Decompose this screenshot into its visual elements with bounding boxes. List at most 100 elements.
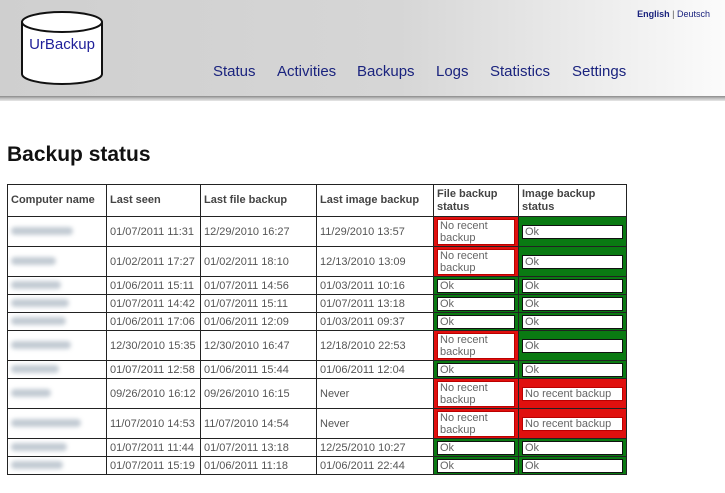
file-backup-status-cell: No recent backup	[433, 330, 519, 361]
image-backup-status-cell: Ok	[518, 312, 627, 331]
redacted-computer-name	[11, 280, 61, 289]
language-switcher: English | Deutsch	[637, 9, 710, 19]
nav-activities[interactable]: Activities	[277, 63, 336, 80]
computer-name-cell	[7, 216, 107, 247]
image-backup-status-cell: Ok	[518, 294, 627, 313]
redacted-computer-name	[11, 316, 66, 325]
computer-name-cell	[7, 438, 107, 457]
computer-name-cell	[7, 312, 107, 331]
last-seen-cell: 01/07/2011 12:58	[106, 360, 201, 379]
language-deutsch-link[interactable]: Deutsch	[677, 9, 710, 19]
image-backup-status-cell: Ok	[518, 360, 627, 379]
computer-name-cell	[7, 330, 107, 361]
status-text: Ok	[522, 440, 623, 455]
table-row: 01/06/2011 17:06 01/06/2011 12:09 01/03/20…	[7, 312, 627, 331]
last-image-backup-cell: 01/03/2011 09:37	[316, 312, 434, 331]
last-file-backup-cell: 01/07/2011 15:11	[200, 294, 317, 313]
last-seen-cell: 01/02/2011 17:27	[106, 246, 201, 277]
nav-backups[interactable]: Backups	[357, 63, 415, 80]
status-text: Ok	[437, 362, 515, 377]
logo-text: UrBackup	[29, 36, 95, 53]
last-file-backup-cell: 01/06/2011 12:09	[200, 312, 317, 331]
redacted-computer-name	[11, 226, 73, 235]
file-backup-status-cell: Ok	[433, 456, 519, 475]
image-backup-status-cell: Ok	[518, 216, 627, 247]
status-text: No recent backup	[437, 218, 515, 245]
computer-name-cell	[7, 276, 107, 295]
status-text: Ok	[522, 254, 623, 269]
redacted-computer-name	[11, 418, 81, 427]
page-title: Backup status	[7, 143, 151, 166]
computer-name-cell	[7, 360, 107, 379]
last-image-backup-cell: 12/18/2010 22:53	[316, 330, 434, 361]
last-image-backup-cell: 01/03/2011 10:16	[316, 276, 434, 295]
last-image-backup-cell: 01/06/2011 22:44	[316, 456, 434, 475]
last-file-backup-cell: 01/07/2011 13:18	[200, 438, 317, 457]
file-backup-status-cell: No recent backup	[433, 246, 519, 277]
status-text: No recent backup	[437, 248, 515, 275]
file-backup-status-cell: Ok	[433, 360, 519, 379]
language-separator: |	[672, 9, 675, 19]
status-text: Ok	[437, 296, 515, 311]
status-text: Ok	[522, 296, 623, 311]
header-image-backup-status: Image backup status	[518, 184, 627, 217]
image-backup-status-cell: Ok	[518, 246, 627, 277]
redacted-computer-name	[11, 442, 67, 451]
header-computer-name: Computer name	[7, 184, 107, 217]
file-backup-status-cell: Ok	[433, 276, 519, 295]
nav-settings[interactable]: Settings	[572, 63, 626, 80]
last-image-backup-cell: 11/29/2010 13:57	[316, 216, 434, 247]
table-row: 01/07/2011 12:58 01/06/2011 15:44 01/06/20…	[7, 360, 627, 379]
last-image-backup-cell: 12/13/2010 13:09	[316, 246, 434, 277]
status-text: Ok	[522, 362, 623, 377]
status-text: Ok	[437, 440, 515, 455]
redacted-computer-name	[11, 256, 56, 265]
status-text: No recent backup	[437, 410, 515, 437]
computer-name-cell	[7, 408, 107, 439]
table-row: 09/26/2010 16:12 09/26/2010 16:15 Never No …	[7, 378, 627, 409]
nav-logs[interactable]: Logs	[436, 63, 469, 80]
last-file-backup-cell: 12/30/2010 16:47	[200, 330, 317, 361]
image-backup-status-cell: No recent backup	[518, 378, 627, 409]
computer-name-cell	[7, 378, 107, 409]
last-seen-cell: 12/30/2010 15:35	[106, 330, 201, 361]
last-image-backup-cell: Never	[316, 378, 434, 409]
last-file-backup-cell: 01/07/2011 14:56	[200, 276, 317, 295]
last-seen-cell: 09/26/2010 16:12	[106, 378, 201, 409]
redacted-computer-name	[11, 460, 63, 469]
last-file-backup-cell: 01/06/2011 15:44	[200, 360, 317, 379]
backup-status-table: Computer name Last seen Last file backup…	[7, 184, 627, 475]
header-last-seen: Last seen	[106, 184, 201, 217]
redacted-computer-name	[11, 364, 59, 373]
nav-statistics[interactable]: Statistics	[490, 63, 550, 80]
header: UrBackup English | Deutsch Status Activi…	[0, 0, 725, 99]
table-row: 01/06/2011 15:11 01/07/2011 14:56 01/03/20…	[7, 276, 627, 295]
last-seen-cell: 11/07/2010 14:53	[106, 408, 201, 439]
file-backup-status-cell: Ok	[433, 312, 519, 331]
table-row: 01/07/2011 15:19 01/06/2011 11:18 01/06/20…	[7, 456, 627, 475]
file-backup-status-cell: No recent backup	[433, 216, 519, 247]
image-backup-status-cell: Ok	[518, 438, 627, 457]
language-english-link[interactable]: English	[637, 9, 670, 19]
last-seen-cell: 01/07/2011 14:42	[106, 294, 201, 313]
last-file-backup-cell: 01/02/2011 18:10	[200, 246, 317, 277]
nav-status[interactable]: Status	[213, 63, 256, 80]
status-text: Ok	[522, 278, 623, 293]
table-header-row: Computer name Last seen Last file backup…	[7, 184, 627, 217]
redacted-computer-name	[11, 388, 51, 397]
last-image-backup-cell: 12/25/2010 10:27	[316, 438, 434, 457]
last-seen-cell: 01/07/2011 15:19	[106, 456, 201, 475]
file-backup-status-cell: Ok	[433, 438, 519, 457]
status-text: Ok	[437, 314, 515, 329]
status-text: No recent backup	[522, 416, 623, 431]
last-image-backup-cell: 01/07/2011 13:18	[316, 294, 434, 313]
redacted-computer-name	[11, 298, 69, 307]
file-backup-status-cell: Ok	[433, 294, 519, 313]
computer-name-cell	[7, 246, 107, 277]
last-seen-cell: 01/07/2011 11:44	[106, 438, 201, 457]
last-seen-cell: 01/06/2011 17:06	[106, 312, 201, 331]
header-file-backup-status: File backup status	[433, 184, 519, 217]
file-backup-status-cell: No recent backup	[433, 378, 519, 409]
status-text: Ok	[522, 314, 623, 329]
table-row: 01/07/2011 14:42 01/07/2011 15:11 01/07/20…	[7, 294, 627, 313]
